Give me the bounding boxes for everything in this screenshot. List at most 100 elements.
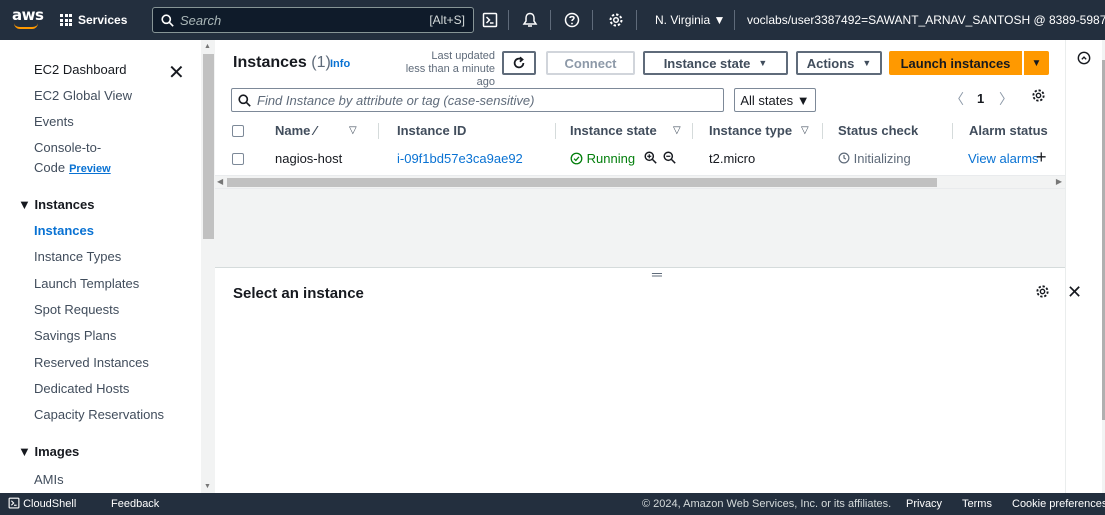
sidebar-item-instance-types[interactable]: Instance Types (34, 249, 121, 265)
scroll-right-icon[interactable]: ▶ (1056, 177, 1062, 186)
filter-input[interactable] (257, 92, 697, 108)
sidebar-item-capacity-reservations[interactable]: Capacity Reservations (34, 407, 164, 423)
sidebar-item-dedicated-hosts[interactable]: Dedicated Hosts (34, 381, 129, 397)
cloudshell-footer-button[interactable]: CloudShell (8, 497, 76, 510)
aws-logo-text: aws (12, 6, 44, 24)
sidebar-item-ec2-global-view[interactable]: EC2 Global View (34, 88, 132, 104)
sidebar-item-launch-templates[interactable]: Launch Templates (34, 276, 139, 292)
top-navigation: aws Services [Alt+S] N. Virginia ▼ vocla… (0, 0, 1105, 40)
info-link[interactable]: Info (330, 58, 350, 70)
preview-badge[interactable]: Preview (69, 163, 111, 175)
cloudshell-icon[interactable] (480, 10, 500, 30)
refresh-icon (513, 56, 525, 69)
nav-separator (592, 10, 593, 30)
all-states-select[interactable]: All states ▼ (734, 88, 816, 112)
scrollbar-thumb[interactable] (227, 178, 937, 187)
page-title-text: Instances (233, 54, 307, 71)
zoom-in-icon[interactable] (644, 151, 657, 167)
plus-icon[interactable]: + (1036, 147, 1047, 168)
zoom-out-icon[interactable] (663, 151, 676, 167)
launch-instances-dropdown[interactable]: ▼ (1024, 51, 1049, 75)
refresh-button[interactable] (502, 51, 536, 75)
column-header-alarm-status[interactable]: Alarm status (969, 123, 1048, 138)
account-menu[interactable]: voclabs/user3387492=SAWANT_ARNAV_SANTOSH… (747, 13, 1105, 27)
column-header-instance-type[interactable]: Instance type (709, 123, 792, 138)
column-separator (555, 123, 556, 139)
select-all-checkbox[interactable] (232, 125, 244, 137)
services-label: Services (78, 13, 128, 27)
last-updated: Last updated less than a minute ago (385, 50, 495, 89)
drag-handle-icon[interactable]: ═ (652, 267, 662, 281)
settings-gear-icon[interactable] (606, 10, 626, 30)
edit-pencil-icon[interactable]: ∕ (314, 123, 316, 138)
view-alarms-link[interactable]: View alarms (968, 151, 1039, 166)
panel-toggle-icon[interactable] (1077, 51, 1091, 68)
sidebar-item-events[interactable]: Events (34, 114, 74, 130)
column-header-name[interactable]: Name ∕ (275, 123, 316, 138)
help-icon[interactable] (562, 10, 582, 30)
row-checkbox[interactable] (232, 153, 244, 165)
footer: CloudShell Feedback © 2024, Amazon Web S… (0, 493, 1105, 515)
scrollbar-thumb[interactable] (203, 54, 214, 239)
feedback-link[interactable]: Feedback (111, 498, 159, 510)
sidebar-item-spot-requests[interactable]: Spot Requests (34, 302, 119, 318)
scroll-down-icon[interactable]: ▼ (204, 483, 211, 490)
sort-icon[interactable]: ▽ (349, 125, 357, 136)
search-input[interactable] (180, 12, 400, 28)
instance-state-button[interactable]: Instance state ▼ (643, 51, 788, 75)
previous-page-icon[interactable]: 〈 (950, 89, 964, 109)
sort-icon[interactable]: ▽ (673, 125, 681, 136)
notifications-bell-icon[interactable] (520, 10, 540, 30)
sidebar-item-reserved-instances[interactable]: Reserved Instances (34, 355, 149, 371)
sidebar-item-instances[interactable]: Instances (34, 223, 94, 239)
aws-logo[interactable]: aws (10, 5, 44, 33)
sidebar-item-console-to-code[interactable]: Console-to- Code Preview (34, 140, 111, 177)
global-search[interactable]: [Alt+S] (152, 7, 474, 33)
next-page-icon[interactable]: 〉 (999, 89, 1013, 109)
page-number[interactable]: 1 (977, 91, 984, 106)
actions-label: Actions (806, 55, 855, 71)
column-header-instance-state[interactable]: Instance state (570, 123, 657, 138)
grid-icon (60, 14, 72, 26)
instance-id-link[interactable]: i-09f1bd57e3ca9ae92 (397, 151, 523, 166)
caret-down-icon: ▼ (862, 58, 872, 68)
sidebar-section-instances[interactable]: ▼ Instances (18, 197, 94, 212)
column-header-status-check[interactable]: Status check (838, 123, 918, 138)
close-icon[interactable]: ✕ (168, 60, 185, 85)
actions-button[interactable]: Actions ▼ (796, 51, 882, 75)
table-row[interactable]: nagios-host i-09f1bd57e3ca9ae92 Running … (215, 146, 1065, 174)
scroll-left-icon[interactable]: ◀ (217, 177, 223, 186)
aws-smile-icon (14, 23, 38, 29)
sidebar-item-savings-plans[interactable]: Savings Plans (34, 328, 116, 344)
table-horizontal-scrollbar[interactable]: ◀ ▶ (215, 175, 1065, 189)
search-icon (161, 13, 174, 27)
search-icon (238, 93, 251, 107)
sidebar-section-images[interactable]: ▼ Images (18, 444, 79, 459)
page-title: Instances (1) (233, 54, 331, 72)
scroll-up-icon[interactable]: ▲ (204, 43, 211, 50)
sidebar-scrollbar[interactable]: ▲ ▼ (201, 40, 215, 493)
region-selector[interactable]: N. Virginia ▼ (655, 13, 725, 27)
nav-separator (550, 10, 551, 30)
column-separator (378, 123, 379, 139)
sidebar-item-amis[interactable]: AMIs (34, 472, 64, 488)
cookie-preferences-link[interactable]: Cookie preferences (1012, 498, 1105, 510)
instance-count: (1) (311, 54, 331, 71)
sidebar-item-label: Code (34, 160, 66, 175)
column-header-instance-id[interactable]: Instance ID (397, 123, 466, 138)
terms-link[interactable]: Terms (962, 498, 992, 510)
nav-separator (734, 10, 735, 30)
services-button[interactable]: Services (60, 9, 127, 31)
launch-instances-button[interactable]: Launch instances (889, 51, 1022, 75)
instance-filter[interactable] (231, 88, 724, 112)
search-shortcut: [Alt+S] (429, 13, 465, 27)
privacy-link[interactable]: Privacy (906, 498, 942, 510)
close-split-panel-icon[interactable]: ✕ (1067, 282, 1082, 303)
sidebar-item-ec2-dashboard[interactable]: EC2 Dashboard (34, 62, 127, 78)
connect-button[interactable]: Connect (546, 51, 635, 75)
table-preferences-gear-icon[interactable] (1031, 88, 1046, 106)
cloudshell-icon (8, 497, 20, 509)
status-check: Initializing (838, 151, 911, 166)
sort-icon[interactable]: ▽ (801, 125, 809, 136)
split-panel-settings-gear-icon[interactable] (1035, 284, 1050, 302)
